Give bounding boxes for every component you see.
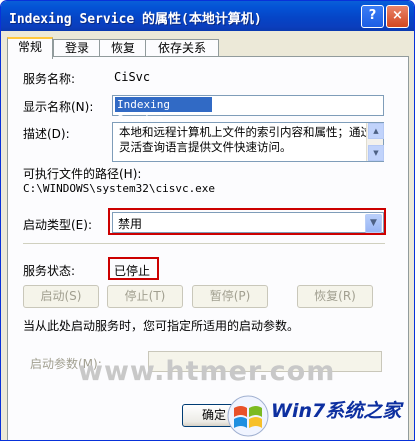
- path-value: C:\WINDOWS\system32\cisvc.exe: [23, 182, 216, 195]
- tab-dependencies[interactable]: 依存关系: [145, 39, 219, 57]
- status-highlight-box: [108, 257, 159, 280]
- resume-button[interactable]: 恢复(R): [297, 285, 373, 308]
- startup-hint: 当从此处启动服务时，您可指定所适用的启动参数。: [23, 319, 300, 333]
- pause-button[interactable]: 暂停(P): [192, 285, 268, 308]
- win7-logo: Win7系统之家: [216, 386, 415, 441]
- tab-general[interactable]: 常规: [7, 37, 53, 59]
- tab-logon[interactable]: 登录: [53, 39, 101, 57]
- help-button[interactable]: ?: [361, 5, 384, 28]
- stop-button[interactable]: 停止(T): [107, 285, 183, 308]
- window-title: Indexing Service 的属性(本地计算机): [9, 12, 262, 27]
- scroll-down-icon[interactable]: ▼: [368, 145, 384, 161]
- service-name-label: 服务名称:: [23, 72, 76, 86]
- startup-highlight-box: [108, 208, 386, 235]
- path-label: 可执行文件的路径(H):: [23, 167, 142, 181]
- description-text: 本地和远程计算机上文件的索引内容和属性；通过灵活查询语言提供文件快速访问。: [119, 125, 372, 154]
- logo-text: Win7系统之家: [271, 400, 402, 422]
- display-name-value: Indexing Service: [115, 97, 212, 126]
- close-icon: ×: [392, 8, 403, 23]
- divider: [23, 243, 385, 244]
- tab-recovery[interactable]: 恢复: [99, 39, 147, 57]
- startup-type-label: 启动类型(E):: [23, 218, 92, 232]
- start-button[interactable]: 启动(S): [23, 285, 99, 308]
- display-name-label: 显示名称(N):: [23, 100, 94, 114]
- title-bar[interactable]: Indexing Service 的属性(本地计算机) ? ×: [1, 1, 414, 31]
- close-button[interactable]: ×: [386, 5, 409, 28]
- question-icon: ?: [368, 8, 377, 23]
- description-box[interactable]: 本地和远程计算机上文件的索引内容和属性；通过灵活查询语言提供文件快速访问。 ▲ …: [112, 122, 384, 162]
- display-name-field[interactable]: Indexing Service: [112, 95, 384, 126]
- site-watermark: www.htmer.com: [78, 356, 336, 387]
- service-name-value: CiSvc: [114, 70, 151, 84]
- scroll-up-icon[interactable]: ▲: [368, 123, 384, 139]
- description-scrollbar[interactable]: ▲ ▼: [366, 123, 384, 161]
- service-status-label: 服务状态:: [23, 264, 76, 278]
- description-label: 描述(D):: [23, 127, 70, 141]
